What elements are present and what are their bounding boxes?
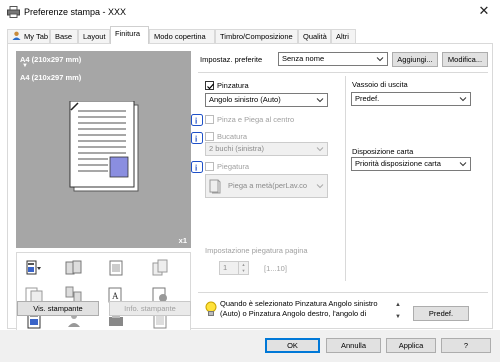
paper-arrangement-label: Disposizione carta: [352, 147, 414, 156]
tab-label: Modo copertina: [154, 32, 206, 41]
paper-size-original: A4 (210x297 mm): [20, 55, 82, 64]
tab-label: Timbro/Composizione: [220, 32, 293, 41]
pinza-piega-checkbox[interactable]: [205, 115, 214, 124]
info-icon[interactable]: i: [191, 161, 203, 173]
tab-qualita[interactable]: Qualità: [298, 29, 331, 43]
page-preview-graphic: [69, 101, 139, 192]
printer-icon: [7, 6, 20, 18]
info-icon[interactable]: i: [191, 132, 203, 144]
pinzatura-value: Angolo sinistro (Auto): [209, 95, 281, 104]
tab-timbro-composizione[interactable]: Timbro/Composizione: [215, 29, 298, 43]
help-button[interactable]: ?: [441, 338, 491, 353]
favorite-settings-select[interactable]: Senza nome: [278, 52, 388, 66]
divider: [198, 72, 488, 73]
spin-arrows-icon[interactable]: ▲ ▼: [238, 262, 248, 274]
pinzatura-checkbox[interactable]: [205, 81, 214, 90]
favorite-settings-label: Impostaz. preferite: [200, 55, 263, 64]
window-title: Preferenze stampa - XXX: [24, 7, 127, 17]
fold-half-icon: [209, 179, 221, 194]
tab-altri[interactable]: Altri: [331, 29, 356, 43]
output-tray-select[interactable]: Predef.: [351, 92, 471, 106]
lightbulb-icon: [205, 301, 217, 316]
fold-page-stepper[interactable]: 1 ▲ ▼: [219, 261, 249, 275]
bucatura-select[interactable]: 2 buchi (sinistra): [205, 142, 328, 156]
print-preview: A4 (210x297 mm) ▼ A4 (210x297 mm) x1: [16, 51, 191, 248]
user-icon: [12, 31, 21, 40]
tab-bar: My Tab Base Layout Finitura Modo coperti…: [7, 26, 493, 44]
add-favorite-button[interactable]: Aggiungi...: [392, 52, 438, 67]
edit-favorite-button[interactable]: Modifica...: [442, 52, 488, 67]
tab-label: Altri: [336, 32, 349, 41]
function-icons-grid: A: [16, 252, 191, 335]
cancel-button[interactable]: Annulla: [326, 338, 381, 353]
checkmark-icon: [207, 83, 214, 90]
tab-label: My Tab: [24, 32, 49, 41]
double-page-icon[interactable]: [65, 259, 83, 277]
piegatura-checkbox[interactable]: [205, 162, 214, 171]
bucatura-value: 2 buchi (sinistra): [209, 144, 265, 153]
tab-label: Qualità: [303, 32, 327, 41]
booklet-icon[interactable]: [107, 259, 125, 277]
chevron-down-icon: [316, 98, 324, 103]
output-tray-value: Predef.: [355, 94, 380, 103]
copies-count: x1: [178, 236, 187, 245]
finitura-panel: A4 (210x297 mm) ▼ A4 (210x297 mm) x1 A V…: [7, 43, 493, 335]
tab-base[interactable]: Base: [50, 29, 78, 43]
tab-layout[interactable]: Layout: [78, 29, 110, 43]
column-divider: [345, 76, 346, 281]
fold-page-value: 1: [223, 263, 228, 272]
paper-arrangement-select[interactable]: Priorità disposizione carta: [351, 157, 471, 171]
pinzatura-label: Pinzatura: [217, 81, 249, 90]
tab-finitura[interactable]: Finitura: [110, 26, 149, 44]
tab-modo-copertina[interactable]: Modo copertina: [149, 29, 215, 43]
tab-label: Layout: [83, 32, 106, 41]
default-button[interactable]: Predef.: [413, 306, 469, 321]
bucatura-checkbox[interactable]: [205, 132, 214, 141]
tip-scroll-arrows-icon[interactable]: ▲ ▼: [394, 299, 402, 323]
close-icon[interactable]: ✕: [477, 3, 491, 19]
svg-text:A: A: [112, 291, 119, 301]
pinza-piega-label: Pinza e Piega al centro: [217, 115, 295, 124]
tip-area: Quando è selezionato Pinzatura Angolo si…: [205, 298, 405, 328]
divider: [198, 292, 488, 293]
vis-stampante-button[interactable]: Vis. stampante: [17, 301, 99, 316]
paper-size-output: A4 (210x297 mm): [20, 73, 82, 82]
arrow-down-icon: ▼: [22, 63, 28, 69]
pinzatura-select[interactable]: Angolo sinistro (Auto): [205, 93, 328, 107]
piegatura-label: Piegatura: [217, 162, 250, 171]
output-tray-label: Vassoio di uscita: [352, 80, 408, 89]
chevron-down-icon: [459, 97, 467, 102]
fold-setting-label: Impostazione piegatura pagina: [205, 246, 308, 255]
tab-label: Base: [55, 32, 73, 41]
tip-text: Quando è selezionato Pinzatura Angolo si…: [220, 299, 378, 318]
piegatura-select[interactable]: Piega a metà(perLav.co: [205, 174, 328, 198]
chevron-down-icon: [459, 162, 467, 167]
ok-button[interactable]: OK: [265, 338, 320, 353]
copy-pages-icon[interactable]: [151, 259, 169, 277]
info-stampante-button[interactable]: Info. stampante: [109, 301, 191, 316]
piegatura-value: Piega a metà(perLav.co: [228, 181, 308, 190]
bucatura-label: Bucatura: [217, 132, 248, 141]
tab-my-tab[interactable]: My Tab: [7, 29, 50, 43]
staple-output-icon[interactable]: [25, 259, 43, 277]
title-bar: Preferenze stampa - XXX ✕: [0, 0, 500, 26]
fold-page-range: [1...10]: [264, 264, 287, 273]
chevron-down-icon: [316, 147, 324, 152]
chevron-down-icon: [376, 57, 384, 62]
info-icon[interactable]: i: [191, 114, 203, 126]
tab-label: Finitura: [115, 29, 141, 38]
paper-arrangement-value: Priorità disposizione carta: [355, 159, 441, 168]
dialog-button-bar: OK Annulla Applica ?: [0, 330, 500, 362]
chevron-down-icon: [316, 184, 324, 189]
favorite-settings-value: Senza nome: [282, 54, 325, 63]
apply-button[interactable]: Applica: [386, 338, 436, 353]
